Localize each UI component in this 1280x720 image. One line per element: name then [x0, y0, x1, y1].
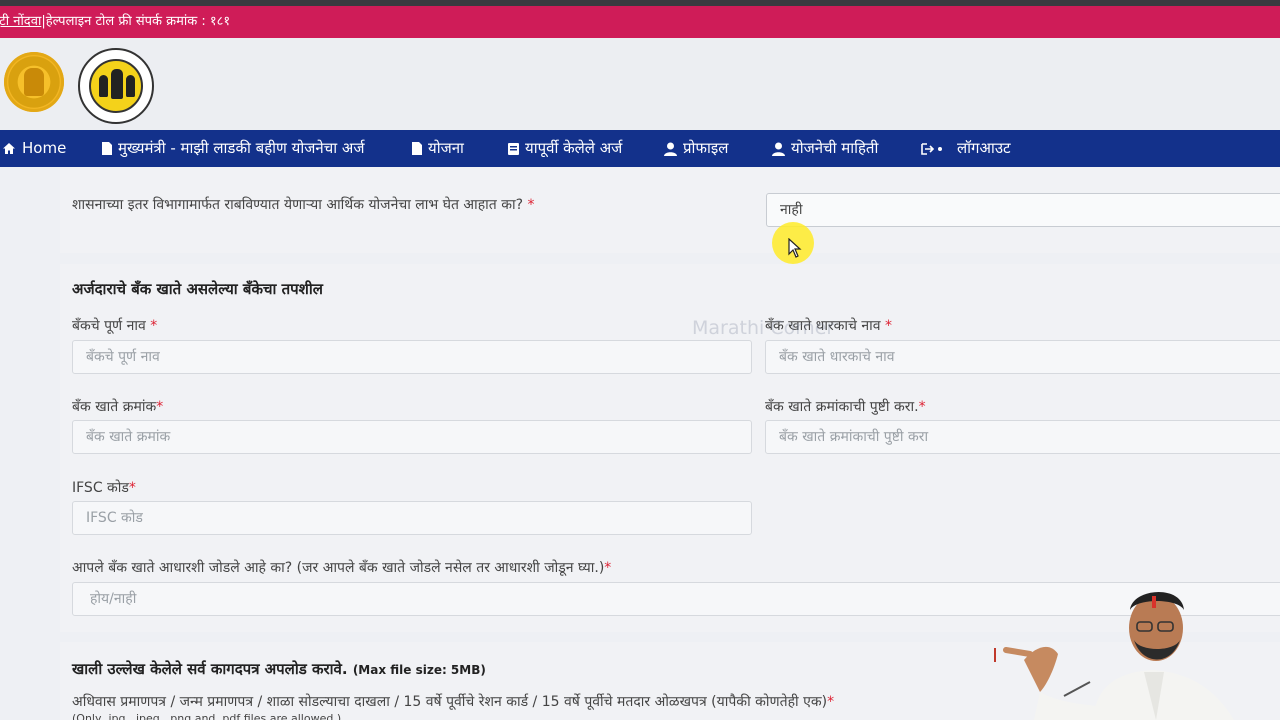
presenter-video-overlay: [994, 591, 1234, 720]
list-icon: [508, 142, 519, 155]
women-child-development-logo: [78, 48, 154, 124]
aadhaar-link-label: आपले बँक खाते आधारशी जोडले आहे का? (जर आ…: [72, 560, 612, 576]
user-icon: [772, 142, 785, 156]
nav-home-label: Home: [22, 139, 67, 157]
nav-home[interactable]: Home: [2, 130, 66, 167]
helpline-text: हेल्पलाइन टोल फ्री संपर्क क्रमांक : १८१: [45, 14, 231, 29]
domicile-label: अधिवास प्रमाणपत्र / जन्म प्रमाणपत्र / शा…: [72, 694, 835, 710]
document-icon: [102, 142, 112, 155]
bank-name-label: बँकचे पूर्ण नाव *: [72, 318, 158, 334]
nav-scheme-info[interactable]: योजनेची माहिती: [772, 130, 878, 167]
nav-previous-applications[interactable]: यापूर्वी केलेले अर्ज: [508, 130, 622, 167]
ifsc-label: IFSC कोड*: [72, 480, 136, 496]
documents-title: खाली उल्लेख केलेले सर्व कागदपत्र अपलोड क…: [72, 660, 486, 678]
home-icon: [3, 143, 15, 154]
nav-profile-label: प्रोफाइल: [683, 139, 729, 157]
watermark: Marathi Corner: [692, 317, 835, 339]
logout-icon: [921, 142, 942, 155]
nav-logout[interactable]: लॉगआउट: [921, 130, 1011, 167]
helpline-strip: त्रुटी नोंदवा | हेल्पलाइन टोल फ्री संपर्…: [0, 6, 1280, 38]
ifsc-input[interactable]: IFSC कोड: [72, 501, 752, 535]
account-number-label: बँक खाते क्रमांक*: [72, 399, 164, 415]
nav-logout-label: लॉगआउट: [957, 139, 1011, 157]
nav-application-form[interactable]: मुख्यमंत्री - माझी लाडकी बहीण योजनेचा अर…: [102, 130, 364, 167]
main-nav: Home मुख्यमंत्री - माझी लाडकी बहीण योजने…: [0, 130, 1280, 167]
nav-schemes[interactable]: योजना: [412, 130, 464, 167]
other-scheme-select[interactable]: नाही: [766, 193, 1280, 227]
document-icon: [412, 142, 422, 155]
bank-name-input[interactable]: बँकचे पूर्ण नाव: [72, 340, 752, 374]
account-number-input[interactable]: बँक खाते क्रमांक: [72, 420, 752, 454]
maharashtra-emblem-logo: [4, 52, 64, 112]
account-confirm-input[interactable]: बँक खाते क्रमांकाची पुष्टी करा: [765, 420, 1280, 454]
site-header: [0, 38, 1280, 130]
report-error-link[interactable]: त्रुटी नोंदवा: [0, 6, 41, 38]
nav-application-form-label: मुख्यमंत्री - माझी लाडकी बहीण योजनेचा अर…: [118, 139, 365, 157]
nav-previous-applications-label: यापूर्वी केलेले अर्ज: [525, 139, 623, 157]
account-confirm-label: बँक खाते क्रमांकाची पुष्टी करा.*: [765, 399, 926, 415]
mouse-pointer-icon: [788, 238, 802, 258]
nav-scheme-info-label: योजनेची माहिती: [791, 139, 879, 157]
other-scheme-label: शासनाच्या इतर विभागामार्फत राबविण्यात ये…: [72, 197, 535, 213]
holder-name-input[interactable]: बँक खाते धारकाचे नाव: [765, 340, 1280, 374]
nav-profile[interactable]: प्रोफाइल: [664, 130, 728, 167]
user-icon: [664, 142, 677, 156]
allowed-files-note: (Only .jpg, .jpeg, .png and .pdf files a…: [72, 712, 342, 720]
bank-section-title: अर्जदाराचे बँक खाते असलेल्या बँकेचा तपशी…: [72, 280, 323, 298]
nav-schemes-label: योजना: [428, 139, 464, 157]
